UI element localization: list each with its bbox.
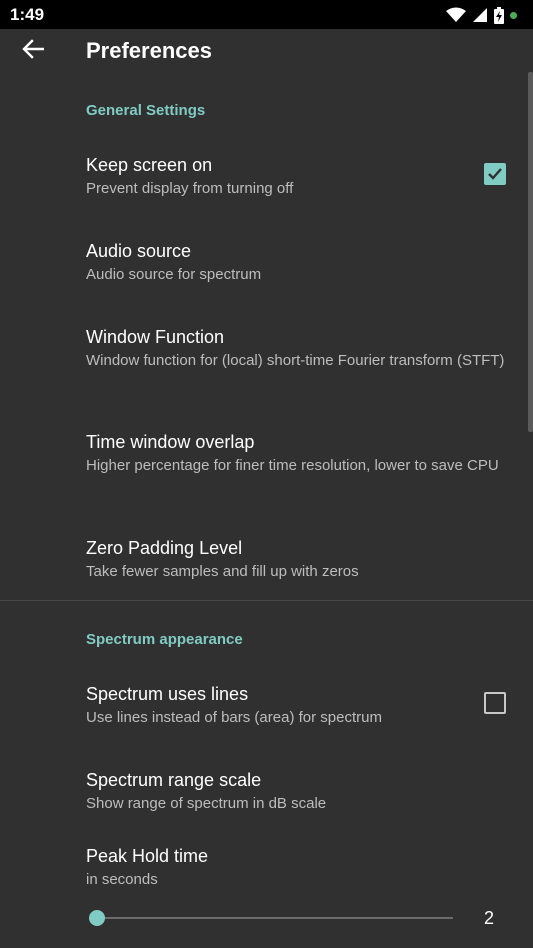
- battery-charging-icon: [494, 6, 504, 24]
- pref-title: Peak Hold time: [86, 846, 209, 866]
- signal-icon: [472, 7, 488, 23]
- status-icons: [446, 5, 517, 25]
- app-bar: Preferences: [0, 29, 533, 73]
- pref-summary: Prevent display from turning off: [86, 180, 294, 197]
- pref-title: Audio source: [86, 241, 192, 261]
- pref-summary: Audio source for spectrum: [86, 266, 262, 283]
- pref-audio-source[interactable]: Audio source Audio source for spectrum: [0, 226, 527, 298]
- wifi-icon: [446, 7, 466, 23]
- status-bar: 1:49: [0, 0, 533, 29]
- status-time: 1:49: [10, 5, 45, 24]
- peak-hold-slider-thumb[interactable]: [89, 910, 105, 926]
- pref-window-function[interactable]: Window Function Window function for (loc…: [0, 312, 527, 404]
- keep-screen-on-checkbox[interactable]: [484, 163, 506, 185]
- pref-summary: Show range of spectrum in dB scale: [86, 795, 327, 812]
- pref-title: Window Function: [86, 327, 225, 347]
- scrollbar[interactable]: [528, 72, 533, 432]
- category-spectrum-appearance: Spectrum appearance: [86, 631, 243, 648]
- notification-dot-icon: [510, 11, 517, 19]
- pref-title: Keep screen on: [86, 155, 213, 175]
- pref-title: Time window overlap: [86, 432, 255, 452]
- spectrum-uses-lines-checkbox[interactable]: [484, 692, 506, 714]
- pref-summary: Take fewer samples and fill up with zero…: [86, 563, 359, 580]
- checkmark-icon: [488, 168, 502, 180]
- category-general-settings: General Settings: [86, 102, 206, 119]
- pref-title: Spectrum range scale: [86, 770, 262, 790]
- section-divider: [0, 600, 533, 601]
- pref-spectrum-range-scale[interactable]: Spectrum range scale Show range of spect…: [0, 755, 527, 827]
- back-button[interactable]: [14, 33, 52, 69]
- pref-spectrum-uses-lines[interactable]: Spectrum uses lines Use lines instead of…: [0, 669, 527, 741]
- pref-time-window-overlap[interactable]: Time window overlap Higher percentage fo…: [0, 417, 527, 509]
- arrow-back-icon: [22, 38, 45, 64]
- pref-summary: Higher percentage for finer time resolut…: [86, 457, 499, 474]
- peak-hold-value: 2: [484, 908, 495, 928]
- pref-keep-screen-on[interactable]: Keep screen on Prevent display from turn…: [0, 140, 527, 212]
- pref-title: Zero Padding Level: [86, 538, 243, 558]
- pref-summary: Window function for (local) short-time F…: [86, 352, 505, 369]
- pref-zero-padding-level[interactable]: Zero Padding Level Take fewer samples an…: [0, 523, 527, 595]
- page-title: Preferences: [86, 38, 212, 63]
- peak-hold-slider-track[interactable]: [96, 917, 453, 919]
- pref-summary: in seconds: [86, 871, 158, 888]
- pref-peak-hold-time[interactable]: Peak Hold time in seconds: [0, 831, 527, 891]
- pref-summary: Use lines instead of bars (area) for spe…: [86, 709, 382, 726]
- pref-title: Spectrum uses lines: [86, 684, 249, 704]
